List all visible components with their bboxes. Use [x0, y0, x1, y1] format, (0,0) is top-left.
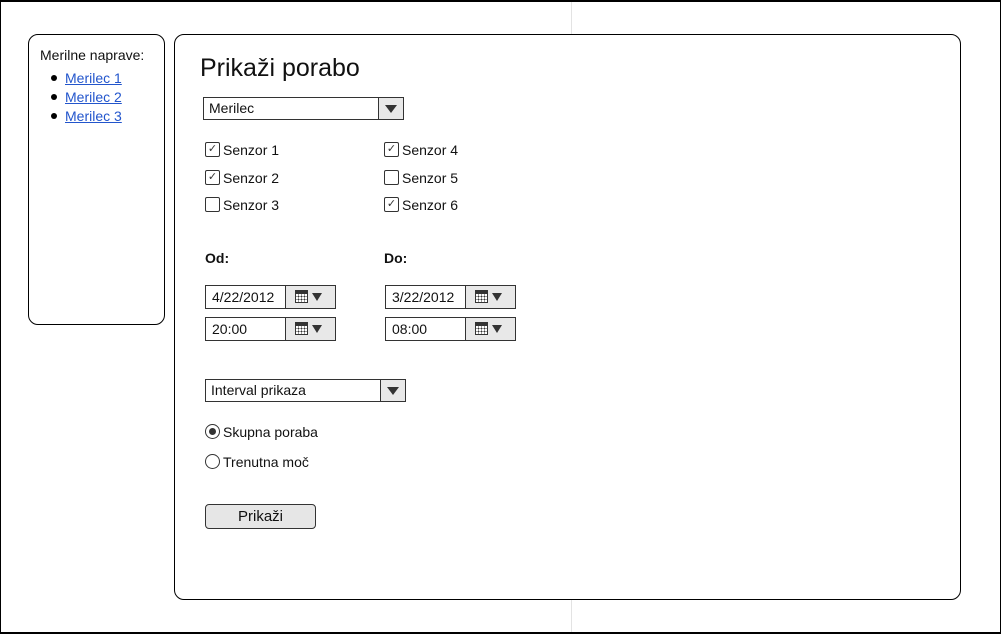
to-date-picker-button[interactable]	[465, 286, 515, 308]
calendar-icon	[295, 290, 308, 303]
radio-label: Trenutna moč	[223, 454, 309, 470]
to-label: Do:	[384, 250, 408, 266]
from-date-value: 4/22/2012	[212, 289, 275, 305]
from-date-field[interactable]: 4/22/2012	[205, 285, 336, 309]
chevron-down-icon	[312, 325, 322, 333]
device-link-merilec-2[interactable]: Merilec 2	[65, 89, 122, 105]
checkbox-label: Senzor 6	[402, 197, 459, 213]
checkbox-label: Senzor 3	[223, 197, 280, 213]
checkbox-box: ✓	[384, 197, 399, 212]
meter-select[interactable]: Merilec	[203, 97, 404, 120]
to-date-field[interactable]: 3/22/2012	[385, 285, 516, 309]
from-time-field[interactable]: 20:00	[205, 317, 336, 341]
calendar-icon	[295, 322, 308, 335]
sidebar-title: Merilne naprave:	[40, 47, 145, 63]
page-title: Prikaži porabo	[200, 54, 360, 82]
to-time-field[interactable]: 08:00	[385, 317, 516, 341]
sidebar: Merilne naprave: Merilec 1 Merilec 2 Mer…	[28, 34, 165, 325]
device-link-merilec-3[interactable]: Merilec 3	[65, 108, 122, 124]
calendar-icon	[475, 290, 488, 303]
checkbox-box: ✓	[384, 142, 399, 157]
checkbox-box: ✓	[205, 142, 220, 157]
device-list: Merilec 1 Merilec 2 Merilec 3	[51, 69, 122, 126]
checkbox-label: Senzor 4	[402, 142, 459, 158]
radio-label: Skupna poraba	[223, 424, 318, 440]
chevron-down-icon	[492, 325, 502, 333]
meter-select-value: Merilec	[209, 100, 255, 116]
show-button[interactable]: Prikaži	[205, 504, 316, 529]
to-time-value: 08:00	[392, 321, 428, 337]
interval-select[interactable]: Interval prikaza	[205, 379, 406, 402]
calendar-icon	[475, 322, 488, 335]
to-time-picker-button[interactable]	[465, 318, 515, 340]
checkbox-box: ✓	[205, 170, 220, 185]
checkbox-box	[205, 197, 220, 212]
interval-select-value: Interval prikaza	[211, 382, 306, 398]
checkbox-label: Senzor 5	[402, 170, 459, 186]
from-time-value: 20:00	[212, 321, 248, 337]
chevron-down-icon	[378, 98, 403, 119]
checkbox-box	[384, 170, 399, 185]
list-item: Merilec 2	[51, 88, 122, 107]
chevron-down-icon	[492, 293, 502, 301]
chevron-down-icon	[312, 293, 322, 301]
device-link-merilec-1[interactable]: Merilec 1	[65, 70, 122, 86]
to-date-value: 3/22/2012	[392, 289, 455, 305]
list-item: Merilec 3	[51, 107, 122, 126]
checkbox-label: Senzor 2	[223, 170, 280, 186]
from-label: Od:	[205, 250, 230, 266]
checkbox-label: Senzor 1	[223, 142, 280, 158]
list-item: Merilec 1	[51, 69, 122, 88]
from-time-picker-button[interactable]	[285, 318, 335, 340]
radio-circle	[205, 454, 220, 469]
chevron-down-icon	[380, 380, 405, 401]
radio-circle	[205, 424, 220, 439]
from-date-picker-button[interactable]	[285, 286, 335, 308]
